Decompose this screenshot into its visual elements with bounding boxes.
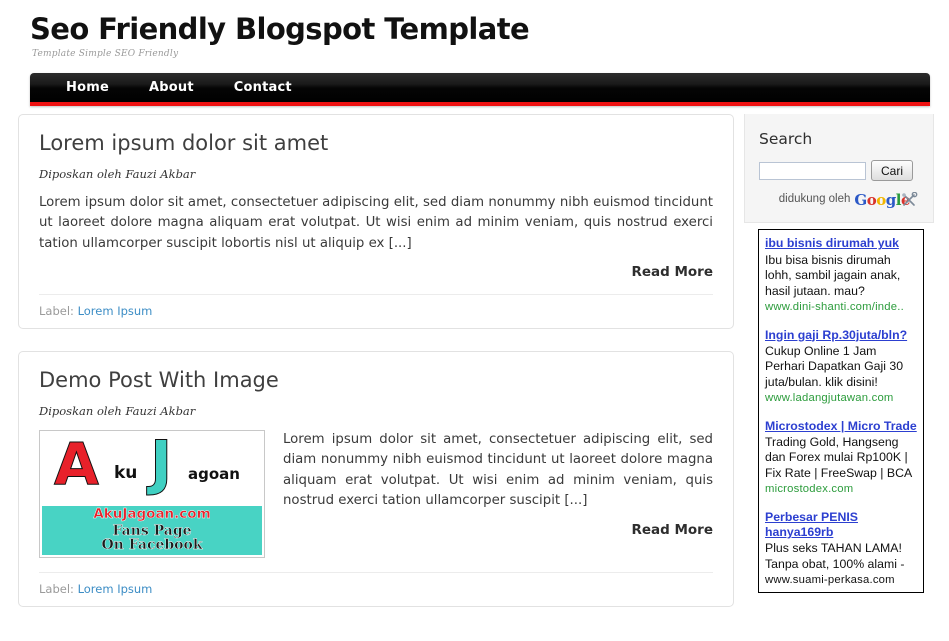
thumbnail-logo-ku: ku (114, 462, 138, 483)
powered-by-text: didukung oleh (778, 192, 851, 205)
ad-description: Ibu bisa bisnis dirumah lohh, sambil jag… (765, 252, 901, 298)
ad-url[interactable]: www.ladangjutawan.com (765, 391, 917, 406)
ad-unit: Perbesar PENIS hanya169rb Plus seks TAHA… (765, 510, 917, 588)
main-navigation: Home About Contact (30, 73, 930, 107)
ad-description: Trading Gold, Hangseng dan Forex mulai R… (765, 435, 913, 480)
site-tagline: Template Simple SEO Friendly (32, 49, 179, 60)
powered-by-row: didukung oleh Google (759, 189, 919, 211)
ad-description: Plus seks TAHAN LAMA! Tanpa obat, 100% a… (765, 541, 905, 571)
read-more-link[interactable]: Read More (39, 264, 713, 280)
search-heading: Search (759, 130, 813, 149)
main-column: Lorem ipsum dolor sit amet Diposkan oleh… (18, 114, 734, 628)
site-title: Seo Friendly Blogspot Template (30, 12, 530, 46)
post-card: Demo Post With Image Diposkan oleh Fauzi… (18, 351, 734, 607)
ad-title-link[interactable]: Ingin gaji Rp.30juta/bln? (765, 328, 917, 343)
ad-title-link[interactable]: Microstodex | Micro Trade (765, 419, 917, 434)
thumbnail-caption-line-3: On Facebook (101, 536, 203, 553)
ad-unit: Microstodex | Micro Trade Trading Gold, … (765, 419, 917, 497)
post-thumbnail[interactable]: A ku J agoan AkuJagoan.com Fans Page On … (39, 429, 265, 558)
ad-url[interactable]: www.dini-shanti.com/inde.. (765, 300, 917, 315)
thumbnail-caption-area: AkuJagoan.com Fans Page On Facebook (42, 505, 262, 555)
post-body: Lorem ipsum dolor sit amet, consectetuer… (283, 431, 713, 509)
ad-title-link[interactable]: Perbesar PENIS hanya169rb (765, 510, 917, 541)
ad-url[interactable]: www.suami-perkasa.com (765, 573, 917, 588)
label-prefix: Label: (39, 304, 74, 319)
post-content-flow: A ku J agoan AkuJagoan.com Fans Page On … (39, 429, 713, 558)
nav-item-about[interactable]: About (129, 73, 214, 102)
ad-unit: ibu bisnis dirumah yuk Ibu bisa bisnis d… (765, 236, 917, 314)
ad-title-link[interactable]: ibu bisnis dirumah yuk (765, 236, 917, 251)
ad-unit: Ingin gaji Rp.30juta/bln? Cukup Online 1… (765, 328, 917, 406)
ad-url[interactable]: microstodex.com (765, 482, 917, 497)
post-body: Lorem ipsum dolor sit amet, consectetuer… (39, 194, 713, 251)
post-meta: Diposkan oleh Fauzi Akbar (39, 403, 196, 418)
post-label-link[interactable]: Lorem Ipsum (78, 582, 153, 596)
search-widget: Search Cari didukung oleh Google (744, 114, 934, 224)
search-form: Cari (759, 160, 919, 182)
post-meta: Diposkan oleh Fauzi Akbar (39, 166, 196, 181)
nav-item-contact[interactable]: Contact (214, 73, 312, 102)
post-footer: Label: Lorem Ipsum (39, 571, 713, 596)
post-title[interactable]: Lorem ipsum dolor sit amet (39, 131, 713, 156)
sidebar: Search Cari didukung oleh Google ibu bis… (744, 114, 936, 593)
post-footer: Label: Lorem Ipsum (39, 294, 713, 318)
thumbnail-logo-a: A (54, 432, 100, 498)
advertisement-box: ibu bisnis dirumah yuk Ibu bisa bisnis d… (758, 229, 924, 593)
ad-description: Cukup Online 1 Jam Perhari Dapatkan Gaji… (765, 343, 904, 389)
thumbnail-logo-j: J (149, 432, 173, 498)
thumbnail-logo-area: A ku J agoan (42, 432, 262, 506)
search-input[interactable] (759, 161, 866, 180)
search-submit-button[interactable]: Cari (871, 160, 914, 182)
content-row: Lorem ipsum dolor sit amet Diposkan oleh… (0, 114, 949, 628)
post-label-link[interactable]: Lorem Ipsum (78, 304, 153, 318)
thumbnail-caption-line-1: AkuJagoan.com (93, 506, 211, 523)
thumbnail-logo-jagoan: agoan (188, 464, 240, 483)
nav-item-home[interactable]: Home (46, 73, 129, 102)
wrench-screwdriver-icon (901, 192, 919, 211)
site-header: Seo Friendly Blogspot Template Template … (0, 0, 949, 60)
label-prefix: Label: (39, 581, 74, 596)
read-more-link[interactable]: Read More (283, 522, 713, 538)
post-card: Lorem ipsum dolor sit amet Diposkan oleh… (18, 114, 734, 330)
thumbnail-caption-line-2: Fans Page (112, 522, 192, 539)
post-title[interactable]: Demo Post With Image (39, 368, 713, 393)
